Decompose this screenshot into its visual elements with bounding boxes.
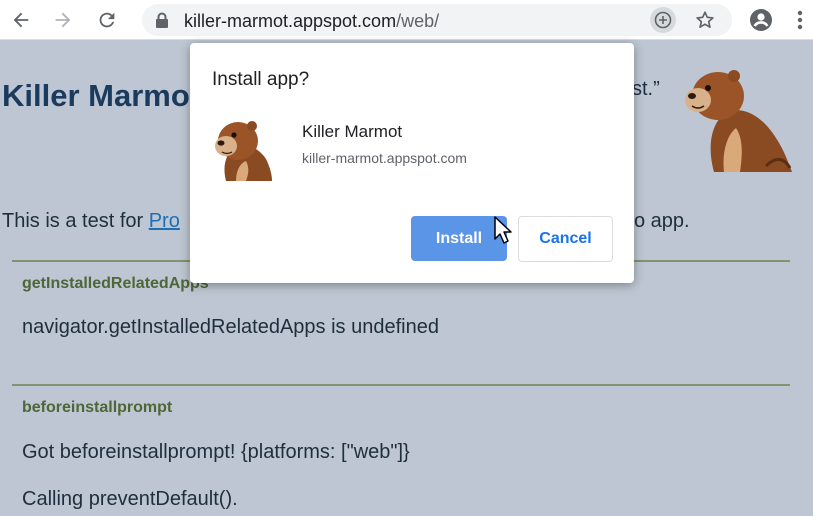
url-text[interactable]: killer-marmot.appspot.com/web/ <box>184 11 439 32</box>
mouse-pointer-icon <box>494 216 512 244</box>
lock-icon[interactable] <box>155 12 169 33</box>
app-url: killer-marmot.appspot.com <box>302 150 467 166</box>
section-line: navigator.getInstalledRelatedApps is und… <box>22 316 439 338</box>
section-heading-beforeinstallprompt: beforeinstallprompt <box>22 399 173 416</box>
section-line: Calling preventDefault(). <box>22 488 238 510</box>
dialog-title: Install app? <box>212 69 310 90</box>
page-title: Killer Marmo <box>2 78 190 113</box>
install-app-dialog: Install app? Killer Marmot killer-marmot… <box>190 43 634 283</box>
marmot-logo <box>685 70 792 172</box>
arrow-left-icon[interactable] <box>8 7 34 33</box>
section-heading-installed-apps: getInstalledRelatedApps <box>22 275 209 292</box>
install-plus-icon[interactable] <box>650 7 676 33</box>
divider <box>12 384 790 386</box>
section-line: Got beforeinstallprompt! {platforms: ["w… <box>22 441 410 463</box>
app-icon <box>215 121 272 181</box>
page-quote-tail: st.” <box>632 78 660 100</box>
address-bar[interactable]: killer-marmot.appspot.com/web/ <box>142 4 732 36</box>
intro-text: This is a test for Pro <box>2 210 180 232</box>
cancel-button[interactable]: Cancel <box>518 216 613 262</box>
intro-link[interactable]: Pro <box>149 210 180 232</box>
star-icon[interactable] <box>694 9 716 36</box>
browser-toolbar: killer-marmot.appspot.com/web/ <box>0 0 813 40</box>
intro-text-tail: o app. <box>634 210 690 232</box>
reload-icon[interactable] <box>94 7 120 33</box>
arrow-right-icon[interactable] <box>50 7 76 33</box>
account-icon[interactable] <box>748 7 774 33</box>
kebab-menu-icon[interactable] <box>793 7 807 33</box>
app-name: Killer Marmot <box>302 122 403 141</box>
